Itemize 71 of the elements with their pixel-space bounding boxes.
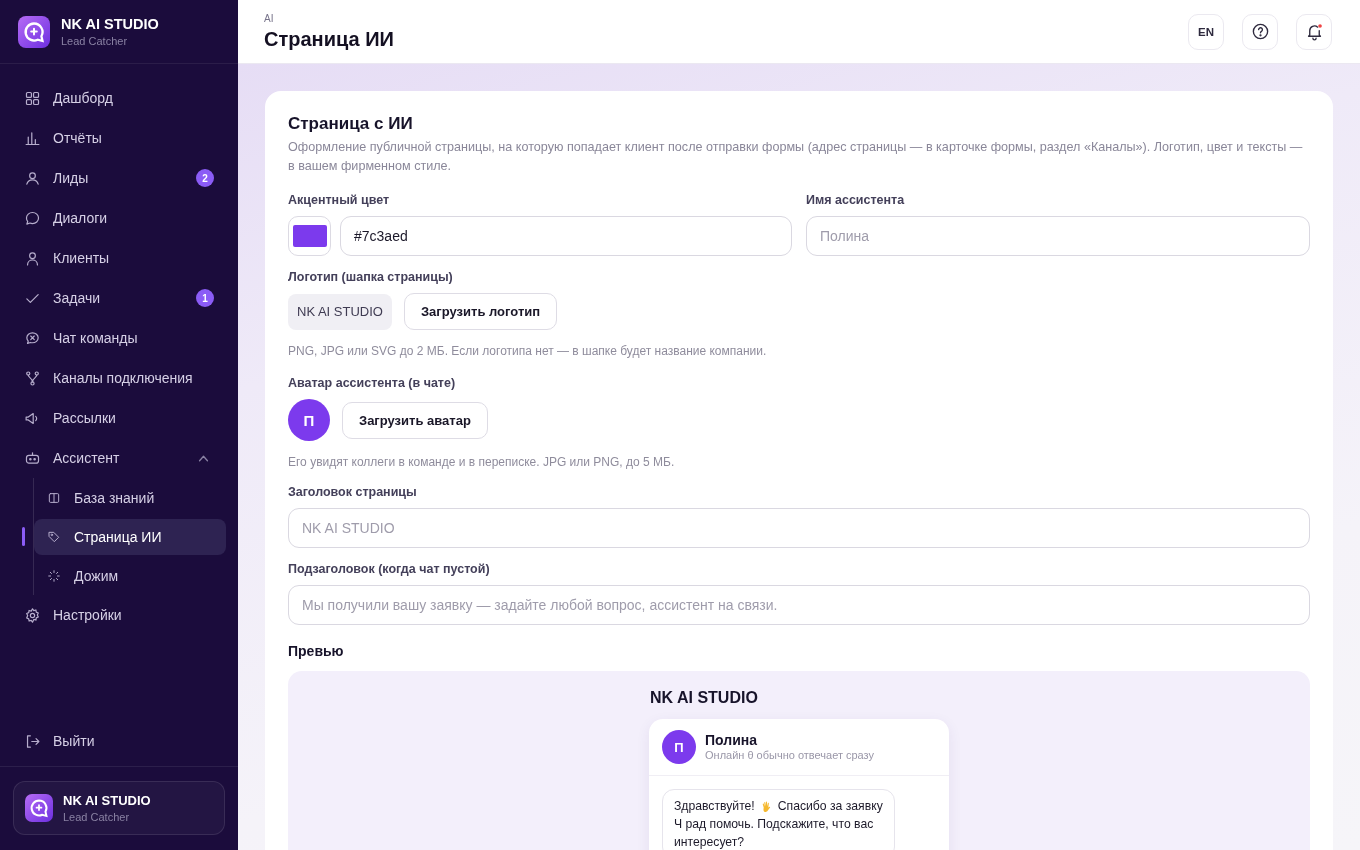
assistant-status: Онлайн θ обычно отвечает сразу — [705, 749, 875, 762]
nav-item[interactable]: Задачи 1 — [0, 278, 238, 318]
speech-bubble-icon — [24, 209, 41, 227]
assistant-avatar: П — [288, 399, 330, 441]
message-text: Спасибо за заявку — [777, 798, 883, 815]
preview-brand: NK AI STUDIO — [650, 688, 758, 708]
grid-icon — [24, 89, 41, 107]
bar-chart-icon — [24, 129, 41, 147]
field-label: Заголовок страницы — [288, 484, 418, 500]
nav-item[interactable]: Диалоги — [0, 198, 238, 238]
message-text: Здравствуйте! — [674, 798, 755, 815]
person-icon — [24, 249, 41, 267]
upload-avatar-button[interactable]: Загрузить аватар — [342, 401, 488, 439]
logo-preview: NK AI STUDIO — [288, 293, 392, 330]
color-input[interactable]: #7c3aed — [340, 216, 792, 256]
section-description: Оформление публичной страницы, на которую попадает клиент после отправки формы (адрес страницы — в карточке формы, раздел «Каналы»). Логотип, цвет и тексты — в вашем фирменном стиле. — [288, 139, 1304, 175]
logout-icon — [24, 732, 41, 750]
notifications-button[interactable] — [1296, 13, 1332, 50]
field-label: Аватар ассистента (в чате) — [288, 375, 457, 391]
subtitle-input[interactable]: Мы получили вашу заявку — задайте любой вопрос, ассистент на связи. — [288, 585, 1310, 625]
help-icon — [1250, 22, 1270, 41]
tag-icon — [47, 529, 61, 544]
brand-subtitle: Lead Catcher — [61, 34, 129, 48]
message-text: Ч рад помочь. Подскажите, что вас интересует? — [674, 816, 874, 850]
nav-item[interactable]: Дашборд — [0, 78, 238, 118]
hint-text: PNG, JPG или SVG до 2 МБ. Если логотипа нет — в шапке будет название компании. — [288, 343, 768, 359]
field-label: Имя ассистента — [806, 192, 906, 208]
nav-item[interactable]: Отчёты — [0, 118, 238, 158]
loader-icon — [47, 568, 61, 583]
account-card[interactable]: NK AI STUDIO Lead Catcher — [13, 781, 225, 835]
chat-bubble-icon — [24, 329, 41, 347]
color-picker-button[interactable] — [288, 216, 331, 256]
count-badge: 1 — [196, 289, 214, 307]
nav-subitem[interactable]: Страница ИИ — [34, 518, 226, 555]
gear-icon — [24, 606, 41, 624]
person-icon — [24, 169, 41, 187]
field-label: Акцентный цвет — [288, 192, 391, 208]
nav-item[interactable]: Рассылки — [0, 398, 238, 438]
active-indicator — [22, 527, 25, 546]
title-input[interactable]: NK AI STUDIO — [288, 508, 1310, 548]
account-name: NK AI STUDIO — [63, 792, 151, 809]
nav-item[interactable]: Чат команды — [0, 318, 238, 358]
logout-button[interactable]: Выйти — [0, 721, 238, 761]
nav-item[interactable]: Каналы подключения — [0, 358, 238, 398]
hint-text: Его увидят коллеги в команде и в переписке. JPG или PNG, до 5 МБ. — [288, 454, 676, 470]
count-badge: 2 — [196, 169, 214, 187]
brand-name: NK AI STUDIO — [61, 15, 159, 33]
assistant-name: Полина — [705, 732, 758, 748]
nav-subitem[interactable]: База знаний — [34, 479, 226, 516]
branch-icon — [24, 369, 41, 387]
upload-logo-button[interactable]: Загрузить логотип — [403, 293, 558, 330]
preview-label: Превью — [288, 643, 345, 659]
field-label: Логотип (шапка страницы) — [288, 269, 454, 285]
name-input[interactable]: Полина — [806, 216, 1310, 256]
language-button[interactable]: EN — [1188, 13, 1224, 50]
book-icon — [47, 490, 61, 505]
help-button[interactable] — [1242, 13, 1278, 50]
field-label: Подзаголовок (когда чат пустой) — [288, 561, 491, 577]
breadcrumb: AI — [264, 12, 275, 25]
logo-icon — [25, 794, 53, 822]
section-title: Страница с ИИ — [288, 114, 414, 134]
account-subtitle: Lead Catcher — [63, 810, 131, 824]
nav-item[interactable]: Клиенты — [0, 238, 238, 278]
assistant-avatar: П — [662, 730, 696, 764]
nav-item[interactable]: Ассистент — [0, 438, 238, 478]
logo-icon — [18, 15, 50, 48]
page-title: Страница ИИ — [264, 26, 394, 51]
robot-icon — [24, 449, 41, 467]
nav-item[interactable]: Настройки — [0, 595, 238, 635]
nav-subitem[interactable]: Дожим — [34, 557, 226, 594]
nav-item[interactable]: Лиды 2 — [0, 158, 238, 198]
